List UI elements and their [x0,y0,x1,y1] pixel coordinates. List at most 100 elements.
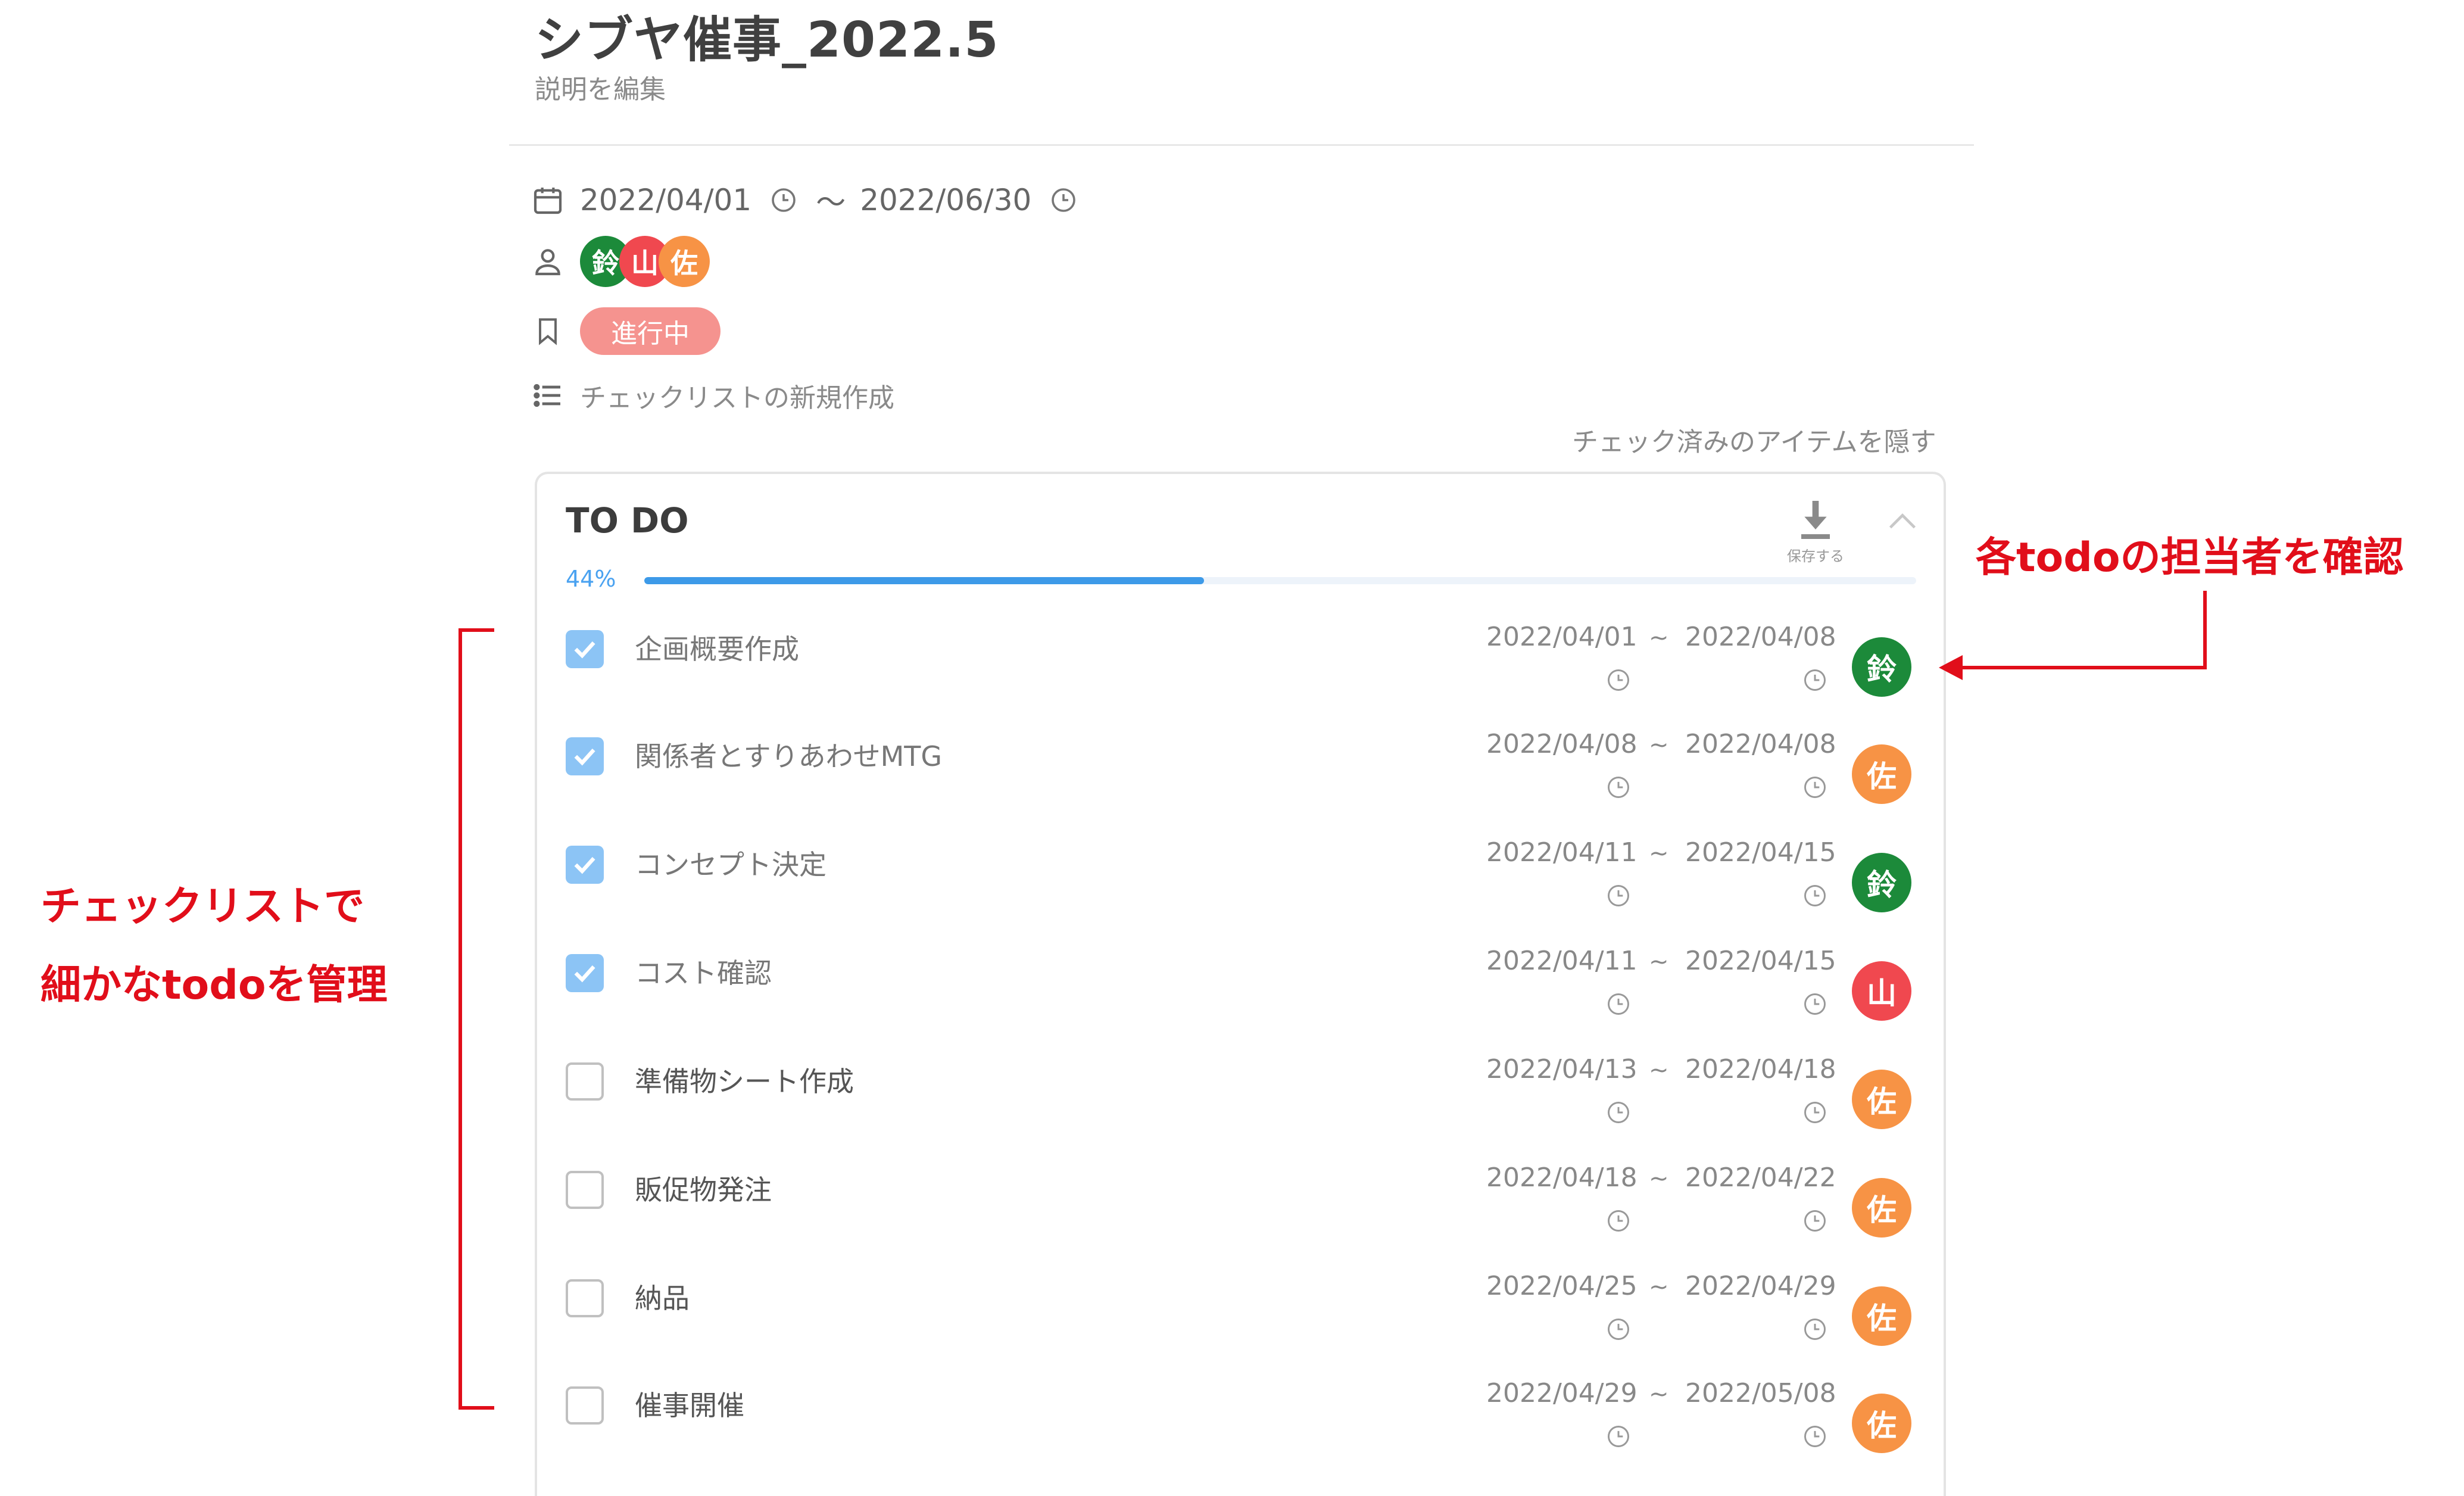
task-label[interactable]: 準備物シート作成 [635,1062,854,1101]
task-end-date[interactable]: 2022/04/15 [1685,946,1836,976]
task-checkbox[interactable] [566,630,604,668]
task-end-date[interactable]: 2022/04/22 [1685,1162,1836,1193]
check-icon [574,748,595,766]
task-assignee-avatar[interactable]: 佐 [1852,1286,1911,1346]
task-end-date[interactable]: 2022/05/08 [1685,1378,1836,1408]
task-label[interactable]: 企画概要作成 [635,630,799,668]
task-label[interactable]: 納品 [635,1279,690,1317]
date-range-row[interactable]: 2022/04/01 ～ 2022/06/30 [530,179,1081,222]
check-icon [574,965,595,983]
hide-checked-items-link[interactable]: チェック済みのアイテムを隠す [1572,420,1936,459]
task-start-date[interactable]: 2022/04/01 [1486,622,1638,652]
member-avatars[interactable]: 鈴 山 佐 [580,236,710,287]
new-checklist-link[interactable]: チェックリストの新規作成 [580,376,894,414]
task-label[interactable]: コンセプト決定 [635,846,826,884]
task-date-separator: ~ [1649,948,1669,975]
task-start-time-clock-icon[interactable] [1605,1423,1632,1450]
task-start-time-clock-icon[interactable] [1605,883,1632,909]
task-end-time-clock-icon[interactable] [1802,774,1828,800]
task-start-time-clock-icon[interactable] [1605,774,1632,800]
task-end-time-clock-icon[interactable] [1802,1423,1828,1450]
task-row[interactable]: コスト確認 2022/04/11 ~ 2022/04/15 山 [566,946,1923,1043]
task-start-time-clock-icon[interactable] [1605,1316,1632,1342]
user-icon [530,244,566,279]
task-end-date[interactable]: 2022/04/29 [1685,1271,1836,1301]
save-button[interactable]: 保存する [1783,499,1848,565]
check-icon [574,856,595,874]
task-checkbox[interactable] [566,846,604,884]
task-start-date[interactable]: 2022/04/29 [1486,1378,1638,1408]
task-label[interactable]: 関係者とすりあわせMTG [635,737,942,775]
task-end-time-clock-icon[interactable] [1802,667,1828,693]
task-checkbox[interactable] [566,954,604,992]
task-start-time-clock-icon[interactable] [1605,1099,1632,1126]
progress-bar-fill [644,577,1204,584]
list-icon [530,378,566,413]
task-date-separator: ~ [1649,1273,1669,1301]
task-checkbox[interactable] [566,1062,604,1101]
task-start-date[interactable]: 2022/04/13 [1486,1054,1638,1084]
status-row[interactable]: 進行中 [530,307,721,355]
task-checkbox[interactable] [566,1386,604,1425]
task-end-time-clock-icon[interactable] [1802,991,1828,1017]
end-time-clock-icon[interactable] [1046,182,1081,218]
annotation-arrowhead [1939,655,1963,680]
edit-description-link[interactable]: 説明を編集 [535,68,666,106]
task-start-date[interactable]: 2022/04/25 [1486,1271,1638,1301]
task-label[interactable]: 催事開催 [635,1386,744,1425]
annotation-bracket [459,628,494,1410]
progress-label: 44% [566,566,616,592]
task-start-time-clock-icon[interactable] [1605,1208,1632,1234]
progress-bar [644,577,1916,584]
task-start-date[interactable]: 2022/04/11 [1486,946,1638,976]
task-date-separator: ~ [1649,840,1669,867]
task-end-time-clock-icon[interactable] [1802,1316,1828,1342]
task-end-time-clock-icon[interactable] [1802,1099,1828,1126]
task-start-time-clock-icon[interactable] [1605,991,1632,1017]
annotation-connector-vertical [2203,591,2207,668]
task-checkbox[interactable] [566,737,604,775]
task-row[interactable]: 準備物シート作成 2022/04/13 ~ 2022/04/18 佐 [566,1054,1923,1152]
task-row[interactable]: 納品 2022/04/25 ~ 2022/04/29 佐 [566,1271,1923,1369]
chevron-up-icon [1882,513,1923,546]
task-assignee-avatar[interactable]: 佐 [1852,1394,1911,1453]
task-assignee-avatar[interactable]: 佐 [1852,1178,1911,1238]
annotation-connector-horizontal [1959,666,2207,669]
start-time-clock-icon[interactable] [766,182,801,218]
task-label[interactable]: 販促物発注 [635,1171,772,1209]
task-assignee-avatar[interactable]: 佐 [1852,1070,1911,1129]
task-end-date[interactable]: 2022/04/08 [1685,622,1836,652]
task-row[interactable]: 関係者とすりあわせMTG 2022/04/08 ~ 2022/04/08 佐 [566,729,1923,827]
end-date[interactable]: 2022/06/30 [860,183,1031,217]
task-date-separator: ~ [1649,731,1669,759]
task-assignee-avatar[interactable]: 鈴 [1852,637,1911,697]
task-row[interactable]: コンセプト決定 2022/04/11 ~ 2022/04/15 鈴 [566,837,1923,935]
task-start-time-clock-icon[interactable] [1605,667,1632,693]
task-end-time-clock-icon[interactable] [1802,1208,1828,1234]
task-end-date[interactable]: 2022/04/08 [1685,729,1836,759]
start-date[interactable]: 2022/04/01 [580,183,751,217]
task-assignee-avatar[interactable]: 佐 [1852,744,1911,804]
members-row[interactable]: 鈴 山 佐 [530,236,710,287]
checklist-title: TO DO [566,500,689,541]
task-end-time-clock-icon[interactable] [1802,883,1828,909]
annotation-left-line1: チェックリストで [40,883,365,930]
task-start-date[interactable]: 2022/04/18 [1486,1162,1638,1193]
task-label[interactable]: コスト確認 [635,954,772,992]
task-start-date[interactable]: 2022/04/08 [1486,729,1638,759]
collapse-button[interactable] [1882,501,1923,543]
task-row[interactable]: 催事開催 2022/04/29 ~ 2022/05/08 佐 [566,1378,1923,1476]
task-end-date[interactable]: 2022/04/18 [1685,1054,1836,1084]
task-start-date[interactable]: 2022/04/11 [1486,837,1638,868]
member-avatar[interactable]: 佐 [659,236,710,287]
header-divider [509,144,1974,146]
task-checkbox[interactable] [566,1171,604,1209]
task-assignee-avatar[interactable]: 鈴 [1852,853,1911,912]
status-badge[interactable]: 進行中 [580,307,721,355]
new-checklist-row[interactable]: チェックリストの新規作成 [530,376,894,414]
task-row[interactable]: 販促物発注 2022/04/18 ~ 2022/04/22 佐 [566,1162,1923,1260]
task-checkbox[interactable] [566,1279,604,1317]
task-assignee-avatar[interactable]: 山 [1852,961,1911,1021]
task-row[interactable]: 企画概要作成 2022/04/01 ~ 2022/04/08 鈴 [566,622,1923,719]
task-end-date[interactable]: 2022/04/15 [1685,837,1836,868]
